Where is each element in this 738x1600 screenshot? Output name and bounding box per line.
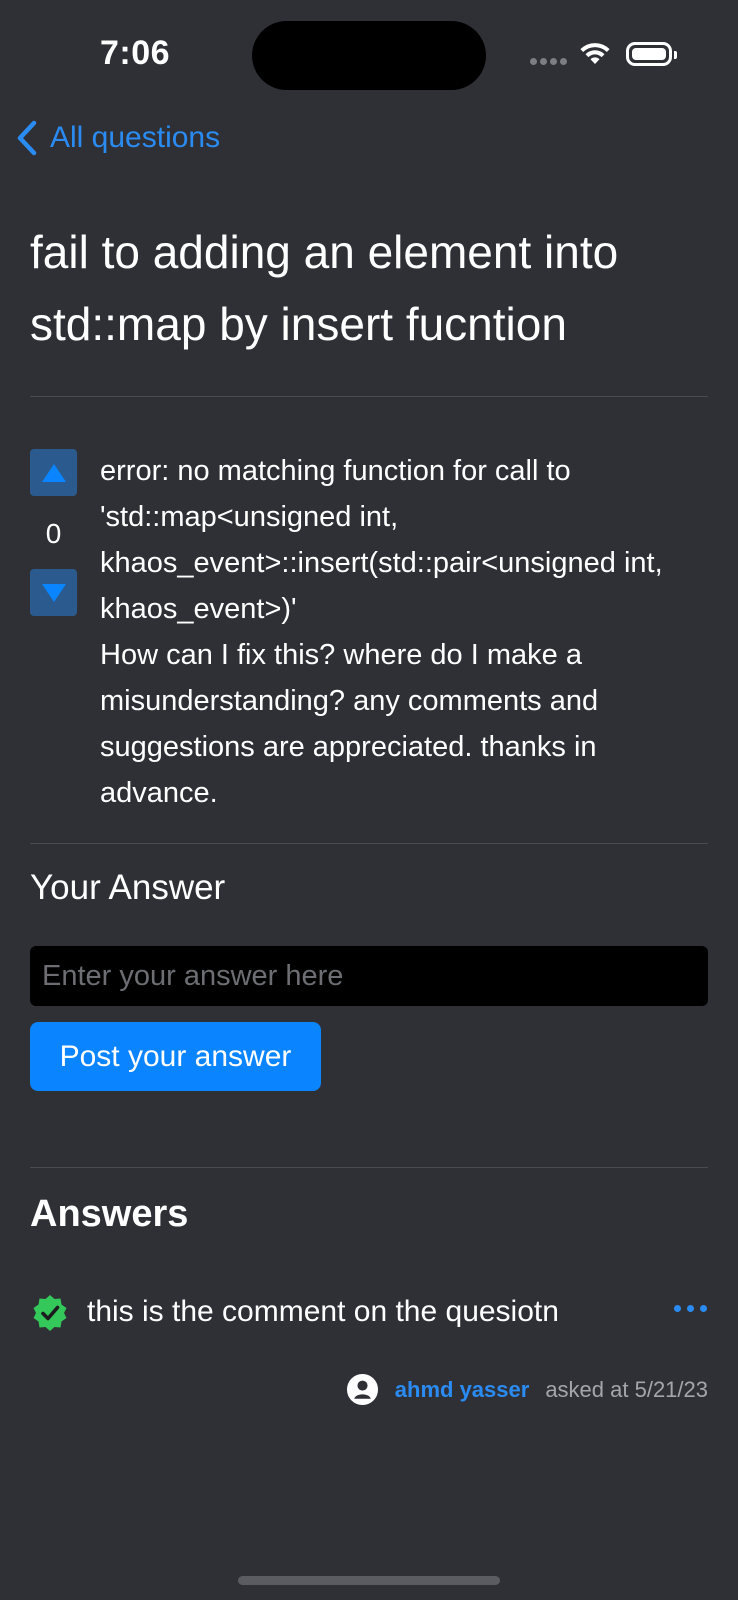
downvote-button[interactable]	[30, 569, 77, 616]
cellular-signal-icon	[530, 58, 567, 65]
back-button[interactable]: All questions	[16, 120, 220, 156]
question-body: error: no matching function for call to …	[100, 455, 663, 809]
vote-count: 0	[45, 518, 62, 549]
battery-icon	[626, 42, 677, 66]
post-answer-button[interactable]: Post your answer	[30, 1022, 321, 1091]
wifi-icon	[580, 43, 610, 64]
answers-heading: Answers	[30, 1193, 189, 1235]
answer-text: this is the comment on the quesiotn	[87, 1295, 559, 1328]
check-badge-icon	[33, 1295, 67, 1331]
divider	[30, 1167, 708, 1168]
back-label: All questions	[50, 121, 221, 154]
status-bar: 7:06	[0, 0, 738, 110]
your-answer-heading: Your Answer	[30, 868, 226, 907]
divider	[30, 396, 708, 397]
asked-date: asked at 5/21/23	[545, 1376, 708, 1402]
person-circle-icon	[346, 1373, 378, 1406]
author-link[interactable]: ahmd yasser	[395, 1377, 530, 1403]
ellipsis-icon[interactable]	[674, 1305, 707, 1312]
chevron-left-icon	[17, 120, 37, 156]
divider	[30, 843, 708, 844]
answer-input[interactable]	[30, 946, 708, 1006]
answer-item: this is the comment on the quesiotn	[30, 1291, 710, 1341]
triangle-down-icon	[41, 583, 66, 602]
status-time: 7:06	[100, 34, 171, 72]
upvote-button[interactable]	[30, 449, 77, 496]
home-indicator	[238, 1576, 500, 1585]
triangle-up-icon	[41, 463, 66, 482]
dynamic-island	[252, 21, 486, 90]
answer-meta: ahmd yasser asked at 5/21/23	[346, 1373, 708, 1406]
question-title: fail to adding an element into std::map …	[30, 226, 619, 350]
